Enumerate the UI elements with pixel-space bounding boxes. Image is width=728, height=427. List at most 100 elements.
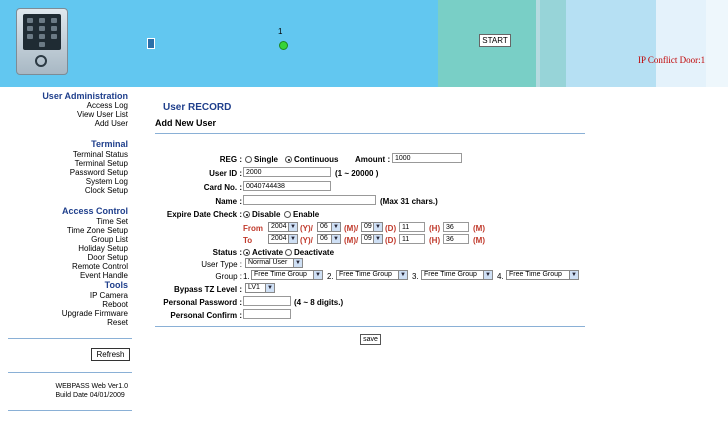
from-day-select[interactable]: 09 ▼ (361, 222, 383, 232)
to-minute-input[interactable] (443, 234, 469, 244)
unit-hour: (H) (429, 236, 441, 245)
sidebar-item-access-log[interactable]: Access Log (87, 101, 128, 110)
from-month-select[interactable]: 06 ▼ (317, 222, 341, 232)
sidebar-item-clock-setup[interactable]: Clock Setup (85, 186, 128, 195)
sidebar-item-view-user-list[interactable]: View User List (77, 110, 128, 119)
radio-single[interactable] (245, 156, 252, 163)
sidebar-item-password-setup[interactable]: Password Setup (70, 168, 128, 177)
section-access-control: Access Control (61, 206, 128, 216)
divider (8, 372, 132, 373)
sidebar-item-time-set[interactable]: Time Set (96, 217, 128, 226)
to-month-select[interactable]: 06 ▼ (317, 234, 341, 244)
user-id-hint: (1 ~ 20000 ) (335, 169, 379, 178)
group-1-number: 1. (243, 272, 250, 281)
keypad-screen (23, 14, 61, 50)
sidebar-item-upgrade-firmware[interactable]: Upgrade Firmware (62, 309, 128, 318)
card-no-label: Card No. : (203, 183, 242, 192)
radio-enable[interactable] (284, 211, 291, 218)
group-3-select[interactable]: Free Time Group ▼ (421, 270, 493, 280)
page-subtitle: Add New User (155, 118, 217, 128)
status-deactivate-label: Deactivate (294, 248, 335, 257)
divider (155, 326, 585, 327)
refresh-button[interactable]: Refresh (91, 348, 130, 361)
radio-deactivate[interactable] (285, 249, 292, 256)
unit-year: (Y)/ (300, 236, 313, 245)
group-1-select[interactable]: Free Time Group ▼ (251, 270, 323, 280)
reg-label: REG : (219, 155, 242, 164)
radio-activate[interactable] (243, 249, 250, 256)
chevron-down-icon: ▼ (331, 235, 340, 243)
sidebar-item-terminal-status[interactable]: Terminal Status (73, 150, 128, 159)
expire-disable-option[interactable]: Disable (243, 210, 280, 219)
user-type-select[interactable]: Normal User ▼ (245, 258, 303, 268)
status-activate-option[interactable]: Activate (243, 248, 283, 257)
user-type-value: Normal User (248, 259, 288, 266)
chevron-down-icon: ▼ (373, 223, 382, 231)
key (39, 34, 45, 39)
header-panel (566, 0, 656, 87)
group-2-value: Free Time Group (339, 271, 392, 278)
sidebar-item-reset[interactable]: Reset (107, 318, 128, 327)
divider (8, 410, 132, 411)
unit-month: (M)/ (344, 224, 359, 233)
sidebar-item-group-list[interactable]: Group List (91, 235, 128, 244)
to-year-value: 2004 (271, 235, 287, 242)
key (39, 42, 45, 47)
key (39, 26, 45, 31)
chevron-down-icon: ▼ (293, 259, 302, 267)
chevron-down-icon: ▼ (483, 271, 492, 279)
sidebar-item-system-log[interactable]: System Log (86, 177, 128, 186)
user-type-label: User Type : (201, 260, 242, 269)
key (39, 18, 45, 23)
unit-year: (Y)/ (300, 224, 313, 233)
user-id-label: User ID : (209, 169, 242, 178)
divider (155, 133, 585, 134)
reg-continuous-option[interactable]: Continuous (285, 155, 338, 164)
group-2-select[interactable]: Free Time Group ▼ (336, 270, 408, 280)
lock-icon (35, 55, 47, 67)
status-deactivate-option[interactable]: Deactivate (285, 248, 334, 257)
sidebar-item-door-setup[interactable]: Door Setup (88, 253, 128, 262)
sidebar-item-ip-camera[interactable]: IP Camera (90, 291, 128, 300)
to-month-value: 06 (320, 235, 328, 242)
from-hour-input[interactable] (399, 222, 425, 232)
radio-disable[interactable] (243, 211, 250, 218)
to-hour-input[interactable] (399, 234, 425, 244)
reg-single-option[interactable]: Single (245, 155, 278, 164)
unit-hour: (H) (429, 224, 441, 233)
save-button[interactable]: save (360, 334, 381, 345)
amount-input[interactable] (392, 153, 462, 163)
bypass-value: LV1 (248, 284, 260, 291)
sidebar-item-remote-control[interactable]: Remote Control (72, 262, 128, 271)
name-input[interactable] (243, 195, 376, 205)
key (51, 34, 57, 39)
sidebar-item-add-user[interactable]: Add User (95, 119, 128, 128)
key (27, 18, 33, 23)
sidebar-item-reboot[interactable]: Reboot (102, 300, 128, 309)
confirm-input[interactable] (243, 309, 291, 319)
chevron-down-icon: ▼ (288, 223, 297, 231)
start-button[interactable]: START (479, 34, 511, 47)
group-1-value: Free Time Group (254, 271, 307, 278)
password-input[interactable] (243, 296, 291, 306)
radio-continuous[interactable] (285, 156, 292, 163)
version-info: WEBPASS Web Ver1.0 Build Date 04/01/2009 (56, 382, 129, 400)
sidebar-item-holiday-setup[interactable]: Holiday Setup (78, 244, 128, 253)
sidebar-item-terminal-setup[interactable]: Terminal Setup (75, 159, 128, 168)
to-year-select[interactable]: 2004 ▼ (268, 234, 298, 244)
reg-continuous-label: Continuous (294, 155, 339, 164)
from-minute-input[interactable] (443, 222, 469, 232)
expire-enable-option[interactable]: Enable (284, 210, 319, 219)
sidebar-item-time-zone-setup[interactable]: Time Zone Setup (67, 226, 128, 235)
card-no-input[interactable] (243, 181, 331, 191)
confirm-label: Personal Confirm : (170, 311, 242, 320)
sidebar-item-event-handle[interactable]: Event Handle (80, 271, 128, 280)
door-icon[interactable] (147, 38, 155, 49)
from-year-select[interactable]: 2004 ▼ (268, 222, 298, 232)
group-4-select[interactable]: Free Time Group ▼ (506, 270, 579, 280)
expire-enable-label: Enable (293, 210, 320, 219)
to-day-select[interactable]: 09 ▼ (361, 234, 383, 244)
section-user-administration: User Administration (42, 91, 128, 101)
bypass-select[interactable]: LV1 ▼ (245, 283, 275, 293)
user-id-input[interactable] (243, 167, 331, 177)
